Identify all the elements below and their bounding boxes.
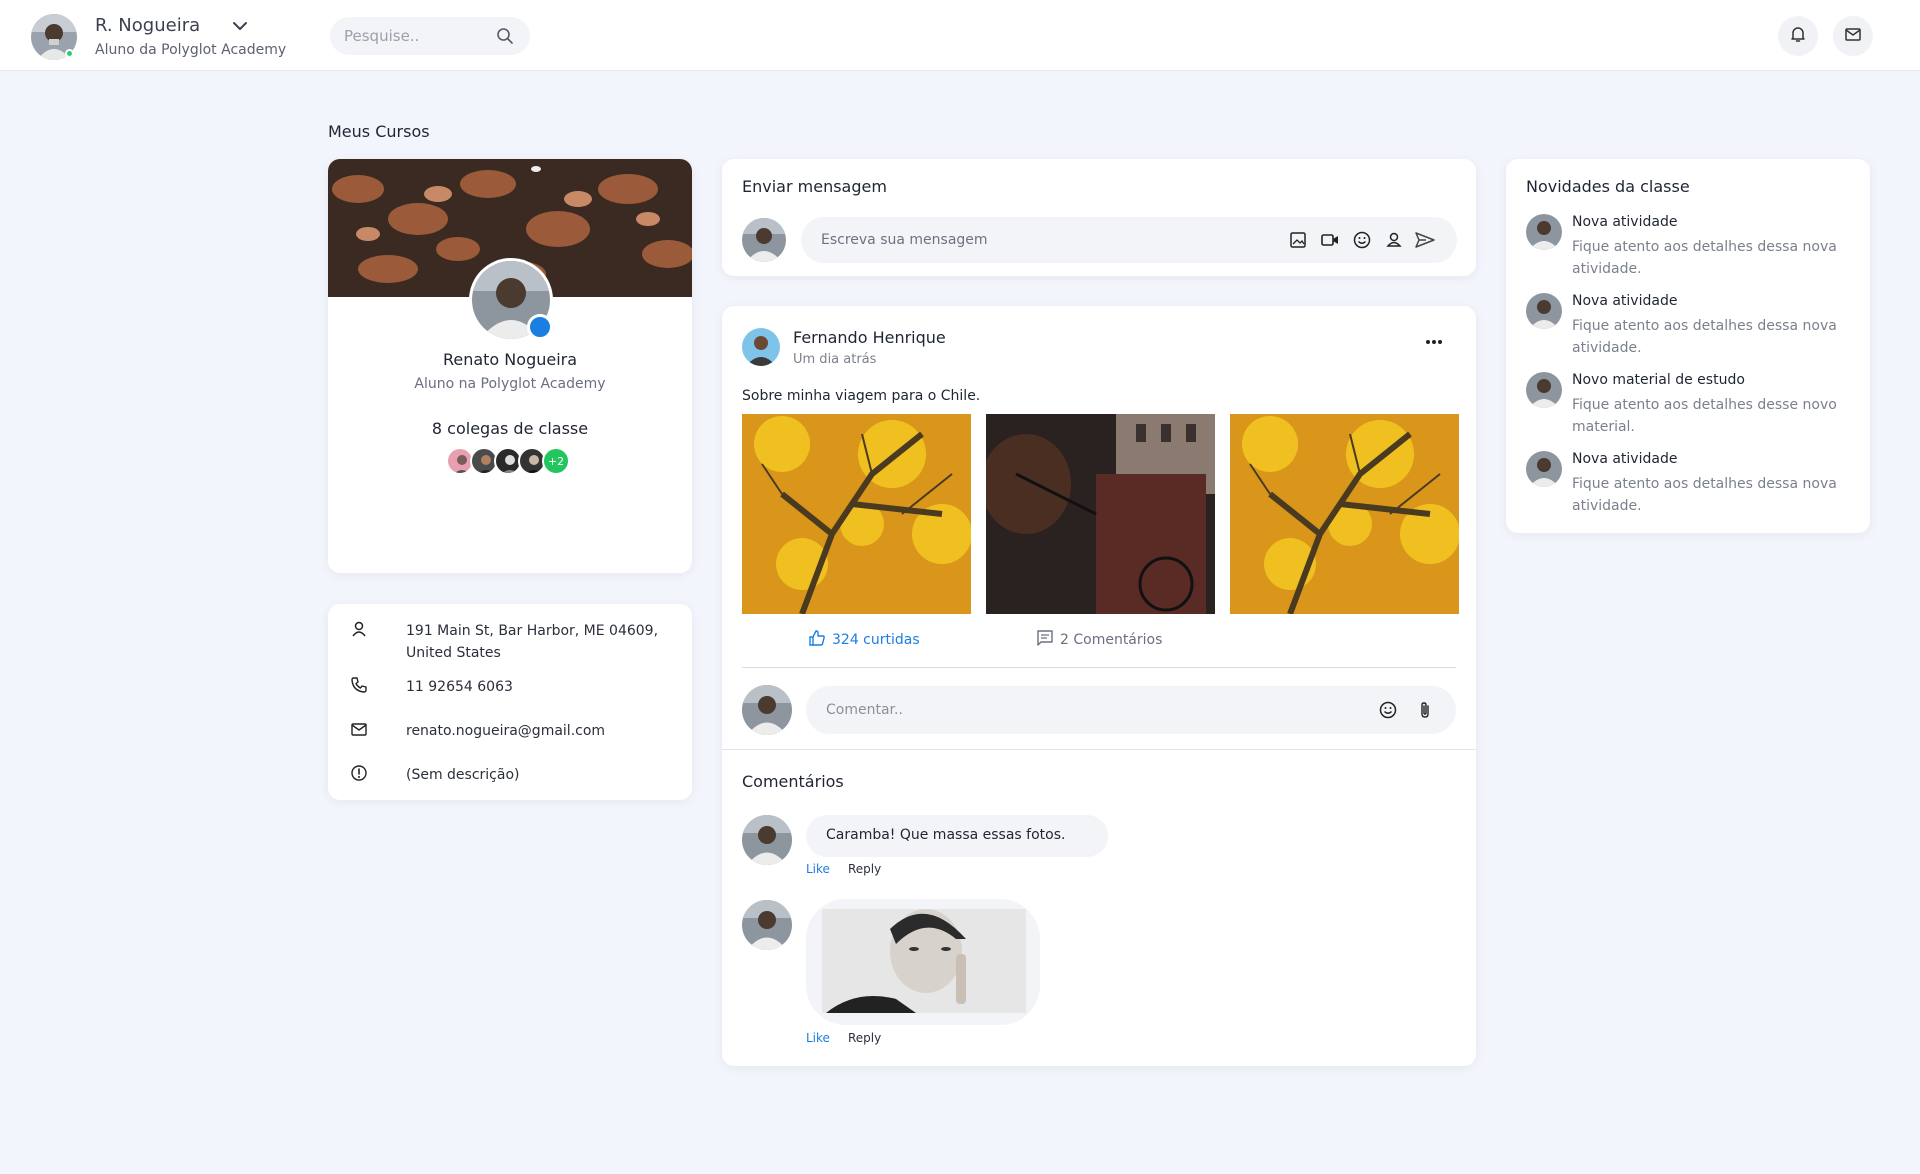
status-badge [527, 314, 553, 340]
more-colleagues-badge[interactable]: +2 [542, 447, 570, 475]
divider [742, 667, 1456, 668]
search-icon[interactable] [496, 27, 514, 45]
mail-icon [1844, 25, 1862, 47]
comment-author-avatar[interactable] [742, 815, 792, 865]
phone-text: 11 92654 6063 [406, 679, 513, 695]
search-box [330, 17, 530, 55]
class-news-card: Novidades da classe Nova atividade Fique… [1506, 159, 1870, 533]
mail-icon [350, 720, 368, 738]
comments-title: Comentários [742, 772, 844, 791]
phone-icon [350, 676, 368, 694]
user-subtitle: Aluno da Polyglot Academy [95, 42, 287, 58]
news-item-title: Novo material de estudo [1572, 372, 1745, 388]
news-title: Novidades da classe [1526, 177, 1690, 196]
profile-subtitle: Aluno na Polyglot Academy [414, 376, 606, 392]
news-item-title: Nova atividade [1572, 451, 1678, 467]
news-item-desc: Fique atento aos detalhes dessa nova ati… [1572, 318, 1837, 356]
reply-link[interactable]: Reply [848, 862, 881, 876]
message-input-box [801, 217, 1457, 263]
online-status-dot [65, 49, 74, 58]
avatar [742, 218, 786, 262]
news-item-desc: Fique atento aos detalhes dessa nova ati… [1572, 476, 1837, 514]
description-text: (Sem descrição) [406, 767, 520, 783]
colleagues-label: 8 colegas de classe [431, 419, 589, 438]
post-text: Sobre minha viagem para o Chile. [742, 388, 981, 404]
news-item-desc: Fique atento aos detalhes dessa nova ati… [1572, 239, 1837, 277]
comment-author-avatar[interactable] [742, 900, 792, 950]
section-title: Meus Cursos [328, 122, 430, 141]
info-icon [350, 764, 368, 782]
emoji-icon[interactable] [1352, 230, 1372, 250]
news-item[interactable]: Nova atividade Fique atento aos detalhes… [1526, 451, 1856, 529]
post-card: Fernando Henrique Um dia atrás Sobre min… [722, 306, 1476, 1066]
post-time: Um dia atrás [793, 352, 877, 367]
search-input[interactable] [344, 17, 494, 55]
comment-icon [1036, 629, 1054, 651]
emoji-icon[interactable] [1378, 700, 1398, 724]
like-link[interactable]: Like [806, 1031, 830, 1045]
contact-card: 191 Main St, Bar Harbor, ME 04609, Unite… [328, 604, 692, 800]
bell-icon [1789, 25, 1807, 47]
send-message-title: Enviar mensagem [742, 177, 887, 196]
paperclip-icon[interactable] [1415, 700, 1435, 724]
like-link[interactable]: Like [806, 862, 830, 876]
email-text: renato.nogueira@gmail.com [406, 723, 606, 739]
send-message-card: Enviar mensagem [722, 159, 1476, 276]
divider [722, 749, 1476, 750]
video-icon[interactable] [1320, 230, 1340, 250]
news-item-desc: Fique atento aos detalhes desse novo mat… [1572, 397, 1837, 435]
top-bar: R. Nogueira Aluno da Polyglot Academy [0, 0, 1920, 71]
avatar [1526, 372, 1562, 408]
news-item-title: Nova atividade [1572, 214, 1678, 230]
post-author[interactable]: Fernando Henrique [793, 328, 946, 347]
like-button[interactable]: 324 curtidas [808, 629, 920, 651]
post-image[interactable] [742, 414, 971, 614]
messages-button[interactable] [1833, 16, 1873, 56]
user-icon [350, 620, 368, 638]
post-image[interactable] [986, 414, 1215, 614]
notifications-button[interactable] [1778, 16, 1818, 56]
comments-button[interactable]: 2 Comentários [1036, 629, 1162, 651]
comment-input-box [806, 686, 1456, 734]
comment-bubble: Caramba! Que massa essas fotos. [806, 815, 1108, 857]
news-item[interactable]: Novo material de estudo Fique atento aos… [1526, 372, 1856, 450]
comment-input[interactable] [826, 686, 1346, 734]
comments-count: 2 Comentários [1060, 632, 1163, 648]
more-options-icon[interactable] [1420, 330, 1448, 354]
avatar [1526, 214, 1562, 250]
address-text: 191 Main St, Bar Harbor, ME 04609, Unite… [406, 623, 659, 661]
news-item[interactable]: Nova atividade Fique atento aos detalhes… [1526, 293, 1856, 371]
profile-card: Renato Nogueira Aluno na Polyglot Academ… [328, 159, 692, 573]
news-item-title: Nova atividade [1572, 293, 1678, 309]
person-icon[interactable] [1384, 230, 1404, 250]
colleague-avatars[interactable]: +2 [446, 447, 576, 475]
avatar [1526, 451, 1562, 487]
chevron-down-icon[interactable] [231, 17, 249, 35]
avatar [742, 685, 792, 735]
avatar [1526, 293, 1562, 329]
likes-count: 324 curtidas [832, 632, 920, 648]
post-image[interactable] [1230, 414, 1459, 614]
post-author-avatar[interactable] [742, 328, 780, 366]
profile-name: Renato Nogueira [442, 350, 578, 369]
reply-link[interactable]: Reply [848, 1031, 881, 1045]
image-icon[interactable] [1288, 230, 1308, 250]
user-name: R. Nogueira [95, 15, 201, 36]
thumbs-up-icon [808, 629, 826, 651]
message-input[interactable] [821, 217, 1261, 263]
send-icon[interactable] [1414, 230, 1435, 250]
comment-image[interactable] [806, 899, 1040, 1025]
news-item[interactable]: Nova atividade Fique atento aos detalhes… [1526, 214, 1856, 292]
